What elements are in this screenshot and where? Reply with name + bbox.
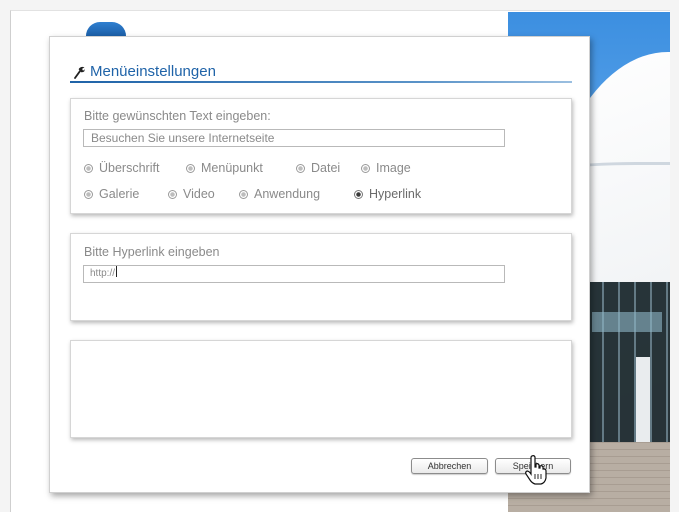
glass-reflection — [592, 312, 662, 332]
radio-video[interactable]: Video — [168, 187, 239, 201]
radio-icon[interactable] — [84, 189, 93, 199]
radio-ueberschrift[interactable]: Überschrift — [84, 161, 186, 175]
text-label: Bitte gewünschten Text eingeben: — [84, 109, 271, 123]
text-panel: Bitte gewünschten Text eingeben: Besuche… — [70, 98, 572, 214]
type-radio-row-1: Überschrift Menüpunkt Datei Image — [84, 161, 431, 175]
radio-icon[interactable] — [296, 163, 305, 173]
radio-hyperlink[interactable]: Hyperlink — [354, 187, 444, 201]
radio-icon[interactable] — [168, 189, 177, 199]
pillar — [636, 357, 650, 442]
wrench-icon — [74, 66, 85, 79]
radio-icon[interactable] — [239, 189, 248, 199]
dialog-title: Menüeinstellungen — [72, 63, 216, 80]
hyperlink-value: http:// — [90, 268, 116, 279]
empty-panel — [70, 340, 572, 438]
radio-checked-icon[interactable] — [354, 189, 363, 199]
hand-cursor-icon — [525, 455, 547, 485]
radio-image[interactable]: Image — [361, 161, 431, 175]
text-caret — [116, 266, 118, 277]
radio-icon[interactable] — [186, 163, 195, 173]
radio-anwendung[interactable]: Anwendung — [239, 187, 354, 201]
radio-menuepunkt[interactable]: Menüpunkt — [186, 161, 296, 175]
radio-icon[interactable] — [84, 163, 93, 173]
dialog-title-text: Menüeinstellungen — [90, 63, 216, 80]
type-radio-row-2: Galerie Video Anwendung Hyperlink — [84, 187, 444, 201]
hyperlink-panel: Bitte Hyperlink eingeben http:// — [70, 233, 572, 321]
hyperlink-label: Bitte Hyperlink eingeben — [84, 245, 220, 259]
menu-settings-dialog: Menüeinstellungen Bitte gewünschten Text… — [49, 36, 590, 493]
radio-datei[interactable]: Datei — [296, 161, 361, 175]
title-divider — [70, 81, 572, 83]
glass-facade — [588, 282, 670, 452]
radio-icon[interactable] — [361, 163, 370, 173]
text-input[interactable]: Besuchen Sie unsere Internetseite — [83, 129, 505, 147]
hyperlink-input[interactable]: http:// — [83, 265, 505, 283]
cancel-button[interactable]: Abbrechen — [411, 458, 488, 474]
radio-galerie[interactable]: Galerie — [84, 187, 168, 201]
website-logo — [86, 22, 126, 36]
